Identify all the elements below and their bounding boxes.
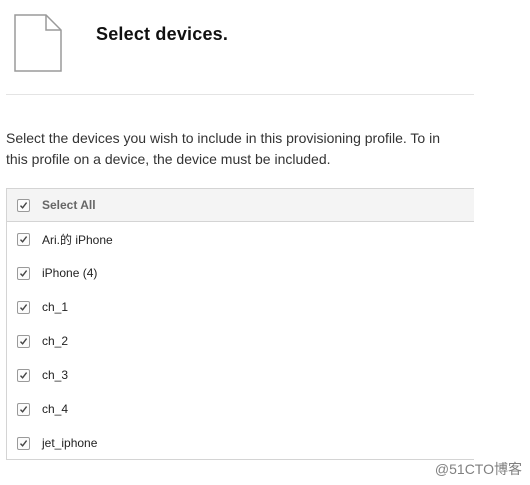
device-name: ch_4 bbox=[42, 402, 69, 416]
device-row[interactable]: ch_1 bbox=[7, 290, 474, 324]
checkmark-icon bbox=[19, 269, 28, 277]
device-row[interactable]: ch_3 bbox=[7, 358, 474, 392]
device-name: jet_iphone bbox=[42, 436, 98, 450]
device-checkbox[interactable] bbox=[17, 300, 30, 314]
device-checkbox[interactable] bbox=[17, 232, 30, 246]
checkmark-icon bbox=[19, 235, 28, 243]
device-row[interactable]: ch_4 bbox=[7, 392, 474, 426]
device-row[interactable]: iPhone (4) bbox=[7, 256, 474, 290]
device-checkbox[interactable] bbox=[17, 334, 30, 348]
device-name: ch_1 bbox=[42, 300, 69, 314]
device-row[interactable]: jet_iphone bbox=[7, 426, 474, 459]
device-checkbox[interactable] bbox=[17, 368, 30, 382]
page-title: Select devices. bbox=[96, 24, 229, 44]
device-name: Ari.的 iPhone bbox=[42, 232, 113, 247]
instructions-line-1: Select the devices you wish to include i… bbox=[6, 130, 440, 146]
instructions-text: Select the devices you wish to include i… bbox=[6, 128, 476, 170]
device-name: iPhone (4) bbox=[42, 266, 98, 280]
instructions-line-2: this profile on a device, the device mus… bbox=[6, 151, 331, 167]
device-list: Select All Ari.的 iPhone iPhone (4) ch_1 ch_… bbox=[6, 188, 474, 460]
header-divider bbox=[6, 94, 474, 95]
checkmark-icon bbox=[19, 201, 28, 209]
device-checkbox[interactable] bbox=[17, 436, 30, 450]
checkmark-icon bbox=[19, 371, 28, 379]
device-row[interactable]: Ari.的 iPhone bbox=[7, 222, 474, 256]
watermark: @51CTO博客 bbox=[434, 461, 522, 477]
device-name: ch_3 bbox=[42, 368, 69, 382]
checkmark-icon bbox=[19, 439, 28, 447]
device-checkbox[interactable] bbox=[17, 266, 30, 280]
device-checkbox[interactable] bbox=[17, 402, 30, 416]
select-all-label: Select All bbox=[42, 198, 96, 212]
select-all-row[interactable]: Select All bbox=[7, 189, 474, 222]
select-all-checkbox[interactable] bbox=[17, 198, 30, 212]
checkmark-icon bbox=[19, 303, 28, 311]
checkmark-icon bbox=[19, 337, 28, 345]
device-rows: Ari.的 iPhone iPhone (4) ch_1 ch_2 ch_3 ch_4je… bbox=[7, 222, 474, 459]
document-icon bbox=[14, 14, 62, 72]
checkmark-icon bbox=[19, 405, 28, 413]
device-row[interactable]: ch_2 bbox=[7, 324, 474, 358]
device-name: ch_2 bbox=[42, 334, 69, 348]
